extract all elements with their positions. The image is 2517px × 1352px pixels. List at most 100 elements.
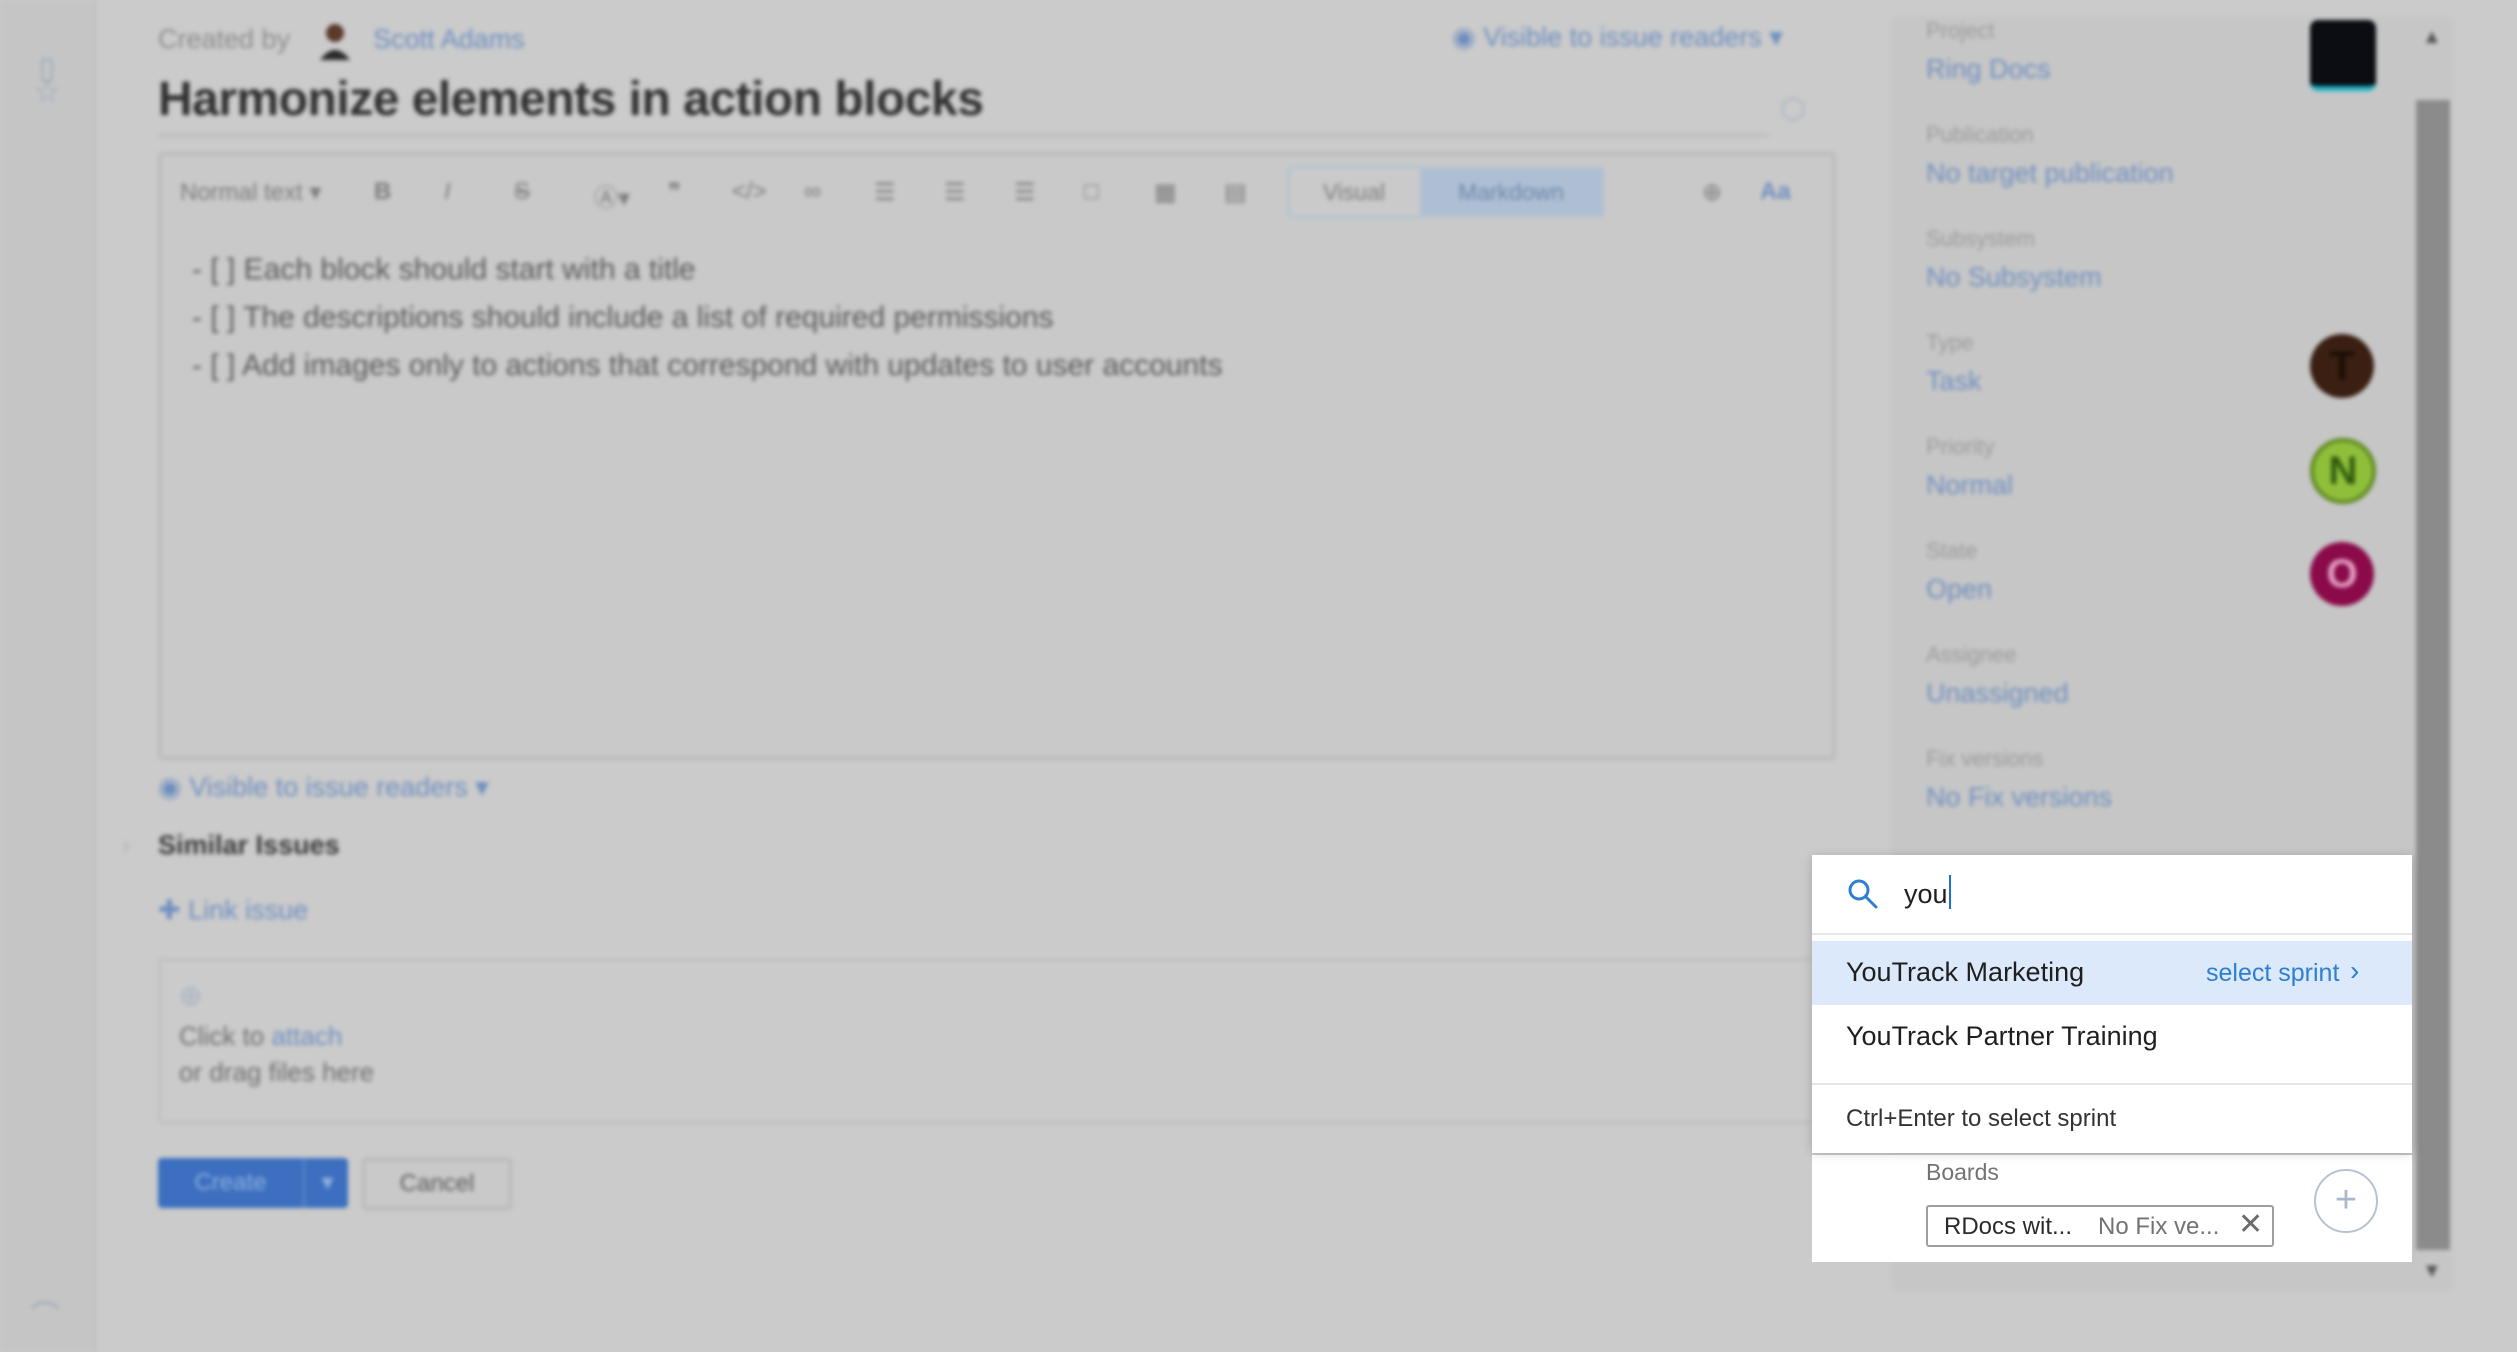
field-type[interactable]: Task <box>1926 366 1982 397</box>
chevron-right-icon[interactable]: › <box>122 832 130 860</box>
description-editor[interactable]: Normal text ▾ B I S Ⓐ▾ ❞ </> ∞ ☰ ☰ ☰ □ ▦… <box>158 152 1836 760</box>
boards-label: Boards <box>1926 1159 1999 1185</box>
created-by-label: Created by <box>158 24 291 55</box>
text-style-dropdown[interactable]: Normal text ▾ <box>180 178 321 207</box>
list-item[interactable]: YouTrack Partner Training <box>1812 1005 2412 1069</box>
field-label: Project <box>1926 18 1995 43</box>
editor-mode-toggle: Visual Markdown <box>1287 166 1605 218</box>
project-logo <box>2310 20 2376 91</box>
scroll-thumb[interactable] <box>2416 100 2450 1250</box>
eye-icon: ◉ <box>1452 22 1484 52</box>
board-chip[interactable]: RDocs wit... No Fix ve... ✕ <box>1926 1205 2274 1247</box>
editor-line: - [ ] The descriptions should include a … <box>192 301 1054 334</box>
editor-line: - [ ] Each block should start with a tit… <box>192 253 696 286</box>
panel-scrollbar[interactable]: ▲ ▼ <box>2412 16 2452 1291</box>
link-issue-button[interactable]: ✚ Link issue <box>158 895 308 926</box>
chevron-down-icon: ▾ <box>1761 22 1783 52</box>
popup-hint-row: Ctrl+Enter to select sprint <box>1812 1083 2412 1153</box>
eye-icon: ◉ <box>158 772 190 802</box>
visibility-label: Visible to issue readers <box>189 772 468 802</box>
visibility-selector-bottom[interactable]: ◉ Visible to issue readers ▾ <box>158 772 489 803</box>
field-fix-versions[interactable]: No Fix versions <box>1926 782 2112 813</box>
image-icon[interactable]: ▤ <box>1224 178 1247 207</box>
add-board-button[interactable]: + <box>2314 1169 2378 1233</box>
keyboard-hint: Ctrl+Enter to select sprint <box>1846 1105 2117 1132</box>
strikethrough-icon[interactable]: S <box>514 178 530 206</box>
scroll-down-icon[interactable]: ▼ <box>2422 1260 2442 1283</box>
cancel-button[interactable]: Cancel <box>362 1158 512 1210</box>
field-label: Fix versions <box>1926 746 2044 771</box>
sprint-search-input[interactable] <box>1904 873 2384 915</box>
highlight-icon[interactable]: Ⓐ▾ <box>594 178 630 213</box>
italic-icon[interactable]: I <box>444 178 451 206</box>
boards-section: Boards RDocs wit... No Fix ve... ✕ + <box>1812 1155 2412 1262</box>
search-icon <box>1848 879 1878 909</box>
author-link[interactable]: Scott Adams <box>373 24 525 54</box>
pin-icon[interactable]: ⌒ <box>30 1292 60 1336</box>
chevron-right-icon[interactable]: › <box>2350 955 2359 987</box>
attach-prefix: Click to <box>179 1021 272 1051</box>
tag-icon[interactable]: ⬡ <box>1780 92 1806 127</box>
paperclip-icon: ⊕ <box>179 980 203 1011</box>
visibility-label: Visible to issue readers <box>1483 22 1762 52</box>
list-item[interactable]: YouTrack Marketing select sprint › <box>1812 941 2412 1005</box>
similar-issues-toggle[interactable]: Similar Issues <box>158 830 340 861</box>
field-assignee[interactable]: Unassigned <box>1926 678 2069 709</box>
field-label: State <box>1926 538 1978 563</box>
plus-icon: ✚ <box>158 895 189 925</box>
field-label: Subsystem <box>1926 226 2035 251</box>
attachment-dropzone[interactable]: ⊕ Click to attach or drag files here <box>158 958 1824 1124</box>
field-project[interactable]: Ring Docs <box>1926 54 2051 85</box>
create-button[interactable]: Create ▾ <box>158 1158 348 1208</box>
board-chip-name: RDocs wit... <box>1944 1213 2073 1240</box>
mode-visual-button[interactable]: Visual <box>1290 169 1418 215</box>
bold-icon[interactable]: B <box>374 178 391 206</box>
quote-icon[interactable]: ❞ <box>668 178 681 207</box>
star-icon[interactable]: ☆ <box>30 76 64 110</box>
link-issue-label: Link issue <box>188 895 309 925</box>
field-label: Type <box>1926 330 1974 355</box>
option-label: YouTrack Marketing <box>1846 957 2085 987</box>
editor-content[interactable]: - [ ] Each block should start with a tit… <box>192 246 1223 390</box>
scroll-up-icon[interactable]: ▲ <box>2422 26 2442 49</box>
bulleted-list-icon[interactable]: ☰ <box>874 178 896 207</box>
text-caret <box>1949 875 1951 909</box>
create-label: Create <box>194 1169 267 1196</box>
table-icon[interactable]: ▦ <box>1154 178 1177 207</box>
drag-instruction: or drag files here <box>179 1057 375 1087</box>
font-toggle[interactable]: Aa <box>1760 178 1791 206</box>
numbered-list-icon[interactable]: ☰ <box>944 178 966 207</box>
issue-title[interactable]: Harmonize elements in action blocks <box>158 72 984 127</box>
field-label: Publication <box>1926 122 2034 147</box>
text-style-label: Normal text <box>180 179 303 206</box>
state-badge: O <box>2310 542 2374 606</box>
board-chip-fix-version: No Fix ve... <box>2098 1213 2220 1240</box>
chevron-down-icon: ▾ <box>467 772 489 802</box>
visibility-selector-top[interactable]: ◉ Visible to issue readers ▾ <box>1452 22 1783 53</box>
attach-link[interactable]: attach <box>271 1021 342 1051</box>
attachment-icon[interactable]: ⊕ <box>1702 178 1722 207</box>
option-label: YouTrack Partner Training <box>1846 1021 2158 1051</box>
create-options-chevron-icon[interactable]: ▾ <box>303 1158 350 1208</box>
field-label: Assignee <box>1926 642 2017 667</box>
field-subsystem[interactable]: No Subsystem <box>1926 262 2102 293</box>
field-priority[interactable]: Normal <box>1926 470 2013 501</box>
title-underline <box>158 134 1768 137</box>
type-badge: T <box>2310 334 2374 398</box>
close-icon[interactable]: ✕ <box>2238 1210 2263 1240</box>
code-icon[interactable]: </> <box>732 178 767 206</box>
popup-search-row <box>1812 855 2412 935</box>
left-rail: ▯ ☆ <box>0 0 96 1352</box>
attach-instruction: Click to attach <box>179 1021 342 1052</box>
mode-markdown-button[interactable]: Markdown <box>1420 169 1602 215</box>
created-by: Created by Scott Adams <box>158 22 525 60</box>
author-avatar <box>319 24 350 60</box>
checklist-icon[interactable]: ☰ <box>1014 178 1036 207</box>
field-publication[interactable]: No target publication <box>1926 158 2174 189</box>
link-icon[interactable]: ∞ <box>804 178 821 206</box>
sprint-selector-popup: YouTrack Marketing select sprint › YouTr… <box>1812 855 2412 1153</box>
field-state[interactable]: Open <box>1926 574 1992 605</box>
priority-badge: N <box>2310 438 2376 504</box>
select-sprint-link[interactable]: select sprint <box>2206 959 2339 988</box>
insert-date-icon[interactable]: □ <box>1084 178 1099 206</box>
